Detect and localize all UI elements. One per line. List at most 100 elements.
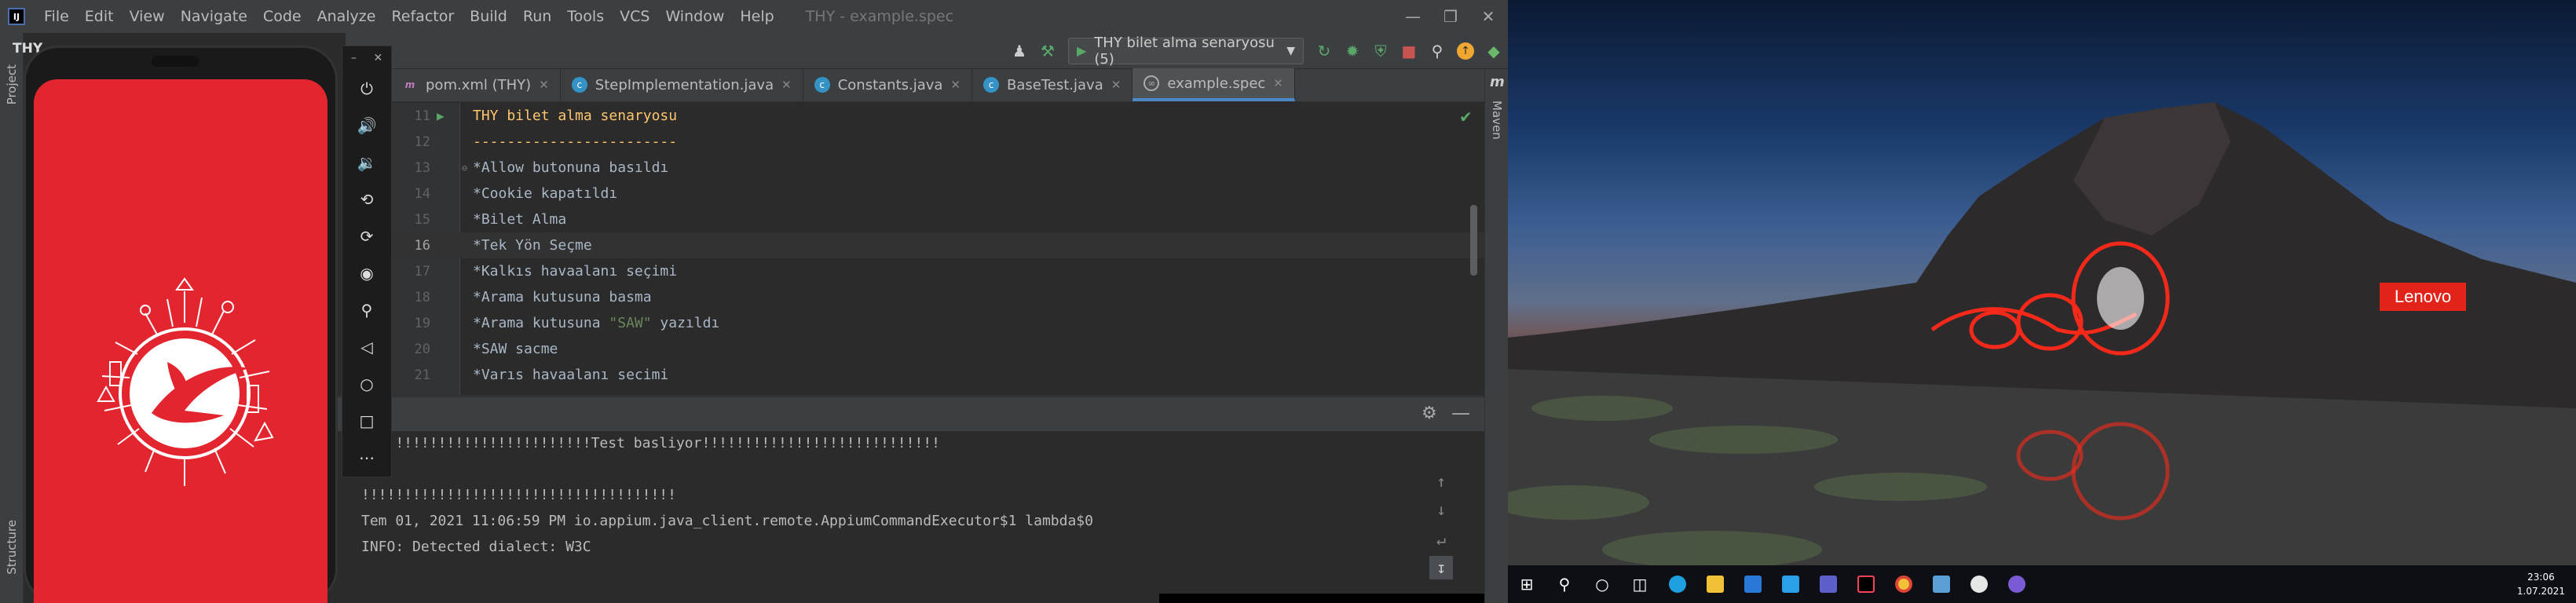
tool-maven[interactable]: Maven: [1490, 100, 1504, 140]
code-line[interactable]: 17 *Kalkıs havaalanı seçimi: [391, 258, 1484, 284]
search-icon[interactable]: ⚲: [1546, 565, 1583, 603]
system-clock[interactable]: 23:06 1.07.2021: [2517, 570, 2565, 598]
code-line[interactable]: 15 *Bilet Alma: [391, 206, 1484, 232]
search-icon[interactable]: ⚲: [1423, 37, 1451, 65]
menu-refactor[interactable]: Refactor: [383, 8, 462, 25]
run-config-select[interactable]: ▶ THY bilet alma senaryosu (5) ▼: [1068, 35, 1304, 68]
user-icon[interactable]: ♟: [1005, 37, 1034, 65]
lync-icon[interactable]: [1772, 565, 1809, 603]
zoom-icon[interactable]: ⚲: [342, 291, 391, 328]
menu-help[interactable]: Help: [732, 8, 781, 25]
menu-analyze[interactable]: Analyze: [309, 8, 384, 25]
menu-tools[interactable]: Tools: [559, 8, 612, 25]
fold-icon[interactable]: ⊖: [462, 163, 467, 174]
volume-up-icon[interactable]: 🔊: [342, 107, 391, 144]
code-line[interactable]: 11 ▶ THY bilet alma senaryosu: [391, 103, 1484, 129]
arrow-down-icon[interactable]: ↓: [1429, 498, 1453, 521]
menu-run[interactable]: Run: [515, 8, 559, 25]
close-icon[interactable]: ✕: [950, 78, 961, 92]
close-icon[interactable]: ✕: [539, 78, 549, 92]
code-text: *Tek Yön Seçme: [473, 237, 592, 254]
tab-pom-xml[interactable]: m pom.xml (THY) ✕: [391, 68, 561, 101]
close-icon[interactable]: ✕: [1273, 76, 1283, 90]
tool-project[interactable]: Project: [5, 64, 19, 104]
intellij-logo-icon[interactable]: IJ: [8, 8, 25, 25]
code-text: *Kalkıs havaalanı seçimi: [473, 263, 678, 280]
tab-basetest[interactable]: c BaseTest.java ✕: [972, 68, 1133, 101]
tab-constants[interactable]: c Constants.java ✕: [803, 68, 973, 101]
code-line[interactable]: 18 *Arama kutusuna basma: [391, 284, 1484, 310]
power-icon[interactable]: ⏻: [342, 70, 391, 107]
menu-navigate[interactable]: Navigate: [173, 8, 255, 25]
arrow-up-icon[interactable]: ↑: [1429, 470, 1453, 493]
run-console[interactable]: !!!!!!!!!!!!!!!!!!!!!!!!!!!Test basliyor…: [338, 432, 1484, 603]
menu-window[interactable]: Window: [657, 8, 732, 25]
hide-panel-icon[interactable]: —: [1451, 402, 1470, 424]
code-line[interactable]: 21 *Varıs havaalanı secimi: [391, 362, 1484, 388]
code-editor[interactable]: 11 ▶ THY bilet alma senaryosu 12 -------…: [391, 103, 1484, 395]
volume-down-icon[interactable]: 🔉: [342, 144, 391, 181]
build-hammer-icon[interactable]: ⚒: [1034, 37, 1062, 65]
scroll-to-end-icon[interactable]: ↧: [1429, 556, 1453, 579]
close-icon[interactable]: ✕: [1469, 0, 1507, 33]
android-emulator-phone[interactable]: [24, 46, 338, 603]
windows-start-icon[interactable]: ⊞: [1508, 565, 1546, 603]
line-number: 14: [414, 185, 430, 202]
menu-edit[interactable]: Edit: [77, 8, 122, 25]
code-line-current[interactable]: 16 *Tek Yön Seçme: [391, 232, 1484, 258]
android-emulator-icon[interactable]: [1998, 565, 2036, 603]
minimize-icon[interactable]: —: [1394, 0, 1432, 33]
file-explorer-icon[interactable]: [1696, 565, 1734, 603]
code-line[interactable]: 13 ⊖ *Allow butonuna basıldı: [391, 155, 1484, 181]
tool-structure[interactable]: Structure: [5, 520, 19, 575]
tab-example-spec[interactable]: ∞ example.spec ✕: [1132, 68, 1295, 101]
tab-step-implementation[interactable]: c StepImplementation.java ✕: [561, 68, 803, 101]
minimize-icon[interactable]: –: [351, 52, 357, 64]
home-icon[interactable]: ○: [342, 365, 391, 402]
more-icon[interactable]: ⋯: [342, 439, 391, 476]
code-text: *Allow butonuna basıldı: [473, 159, 669, 176]
menu-file[interactable]: File: [36, 8, 77, 25]
overview-icon[interactable]: □: [342, 402, 391, 439]
camera-icon[interactable]: ◉: [342, 254, 391, 291]
close-icon[interactable]: ✕: [1111, 78, 1122, 92]
mail-icon[interactable]: [1734, 565, 1772, 603]
menu-code[interactable]: Code: [255, 8, 309, 25]
appium-icon[interactable]: [1960, 565, 1998, 603]
debug-icon[interactable]: ✹: [1338, 37, 1367, 65]
code-line[interactable]: 19 *Arama kutusuna "SAW" yazıldı: [391, 310, 1484, 336]
rotate-right-icon[interactable]: ⟳: [342, 217, 391, 254]
teams-icon[interactable]: [1809, 565, 1847, 603]
gear-icon[interactable]: ⚙: [1422, 404, 1437, 423]
plugin-icon[interactable]: ◆: [1480, 37, 1508, 65]
update-icon[interactable]: ↑: [1451, 37, 1480, 65]
maven-icon[interactable]: m: [1490, 74, 1505, 90]
edge-icon[interactable]: [1659, 565, 1696, 603]
intellij-icon[interactable]: [1847, 565, 1885, 603]
editor-scrollbar[interactable]: [1470, 205, 1477, 276]
back-icon[interactable]: ◁: [342, 328, 391, 365]
restore-icon[interactable]: ❐: [1432, 0, 1469, 33]
coverage-icon[interactable]: ⛨: [1367, 37, 1395, 65]
menu-build[interactable]: Build: [462, 8, 515, 25]
code-line[interactable]: 20 *SAW sacme: [391, 336, 1484, 362]
menu-view[interactable]: View: [122, 8, 173, 25]
rotate-left-icon[interactable]: ⟲: [342, 181, 391, 217]
run-gutter-icon[interactable]: ▶: [437, 108, 445, 123]
task-view-icon[interactable]: ◫: [1621, 565, 1659, 603]
chrome-icon[interactable]: [1885, 565, 1923, 603]
cortana-icon[interactable]: ○: [1583, 565, 1621, 603]
app-icon[interactable]: [1923, 565, 1960, 603]
rerun-icon[interactable]: ↻: [1310, 37, 1338, 65]
close-icon[interactable]: ✕: [373, 52, 382, 64]
code-text: THY bilet alma senaryosu: [473, 108, 678, 124]
code-text: *Varıs havaalanı secimi: [473, 367, 669, 383]
code-line[interactable]: 12 ------------------------: [391, 129, 1484, 155]
inspection-ok-icon[interactable]: ✔: [1459, 108, 1473, 126]
phone-screen[interactable]: [34, 79, 327, 603]
soft-wrap-icon[interactable]: ↵: [1429, 528, 1453, 551]
stop-icon[interactable]: ■: [1395, 37, 1423, 65]
menu-vcs[interactable]: VCS: [612, 8, 657, 25]
close-icon[interactable]: ✕: [781, 78, 792, 92]
code-line[interactable]: 14 *Cookie kapatıldı: [391, 181, 1484, 206]
